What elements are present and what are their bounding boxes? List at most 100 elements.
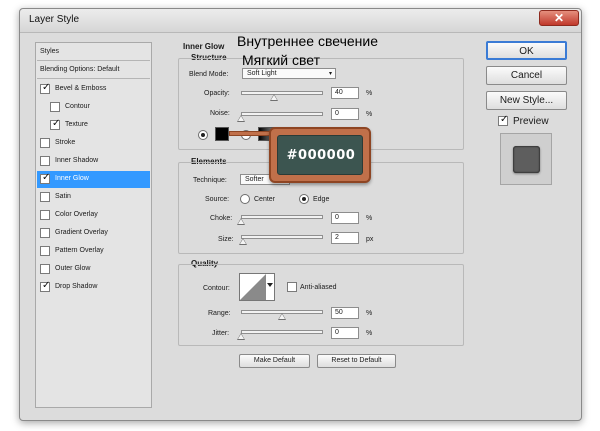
- style-item-label: Gradient Overlay: [55, 229, 108, 236]
- contour-checkbox[interactable]: [50, 102, 60, 112]
- color-annotation-badge: #000000: [269, 127, 371, 183]
- preview-swatch: [513, 146, 540, 173]
- styles-header[interactable]: Styles: [37, 44, 150, 61]
- preview-label: Preview: [513, 116, 549, 127]
- noise-slider[interactable]: [241, 112, 323, 116]
- checkmark-icon: ✓: [52, 118, 61, 129]
- style-item-color-overlay[interactable]: Color Overlay: [37, 207, 150, 224]
- style-item-label: Bevel & Emboss: [55, 85, 107, 92]
- size-label: Size:: [218, 236, 234, 243]
- contour-label: Contour:: [203, 285, 230, 292]
- gradient-overlay-checkbox[interactable]: [40, 228, 50, 238]
- preview-checkbox[interactable]: ✓: [498, 114, 509, 126]
- style-item-stroke[interactable]: Stroke: [37, 135, 150, 152]
- inner-shadow-checkbox[interactable]: [40, 156, 50, 166]
- style-item-outer-glow[interactable]: Outer Glow: [37, 261, 150, 278]
- technique-label: Technique:: [193, 177, 227, 184]
- size-unit: px: [366, 236, 374, 243]
- blending-options-item[interactable]: Blending Options: Default: [37, 62, 150, 79]
- overlay-caption-line1: Внутреннее свечение: [237, 33, 378, 49]
- panel-title: Inner Glow: [183, 42, 225, 51]
- close-button[interactable]: ✕: [539, 10, 579, 26]
- noise-label: Noise:: [210, 110, 230, 117]
- blending-options-label: Blending Options: Default: [40, 66, 120, 73]
- style-item-gradient-overlay[interactable]: Gradient Overlay: [37, 225, 150, 242]
- jitter-slider[interactable]: [241, 330, 323, 334]
- style-item-bevel-emboss[interactable]: ✓ Bevel & Emboss: [37, 81, 150, 98]
- drop-shadow-checkbox[interactable]: ✓: [40, 280, 50, 292]
- blend-mode-select[interactable]: Soft Light ▾: [242, 68, 336, 79]
- style-item-inner-glow[interactable]: ✓ Inner Glow: [37, 171, 150, 188]
- choke-slider[interactable]: [241, 215, 323, 219]
- anti-aliased-label: Anti-aliased: [300, 284, 337, 291]
- outer-glow-checkbox[interactable]: [40, 264, 50, 274]
- source-label: Source:: [205, 196, 230, 203]
- noise-unit: %: [366, 111, 373, 118]
- range-slider-handle[interactable]: [278, 313, 286, 320]
- reset-default-button[interactable]: Reset to Default: [317, 354, 396, 368]
- solid-color-radio[interactable]: [198, 130, 208, 140]
- style-item-inner-shadow[interactable]: Inner Shadow: [37, 153, 150, 170]
- choke-input[interactable]: 0: [331, 212, 359, 224]
- cancel-label: Cancel: [510, 70, 543, 81]
- style-item-label: Satin: [55, 193, 71, 200]
- window-title: Layer Style: [29, 14, 80, 25]
- ok-label: OK: [519, 46, 534, 57]
- source-edge-radio[interactable]: [299, 194, 309, 204]
- style-item-texture[interactable]: ✓ Texture: [37, 117, 150, 134]
- stroke-checkbox[interactable]: [40, 138, 50, 148]
- range-label: Range:: [208, 310, 231, 317]
- anti-aliased-checkbox[interactable]: [287, 282, 297, 292]
- jitter-label: Jitter:: [212, 330, 230, 337]
- opacity-input[interactable]: 40: [331, 87, 359, 99]
- make-default-label: Make Default: [253, 357, 296, 364]
- satin-checkbox[interactable]: [40, 192, 50, 202]
- make-default-button[interactable]: Make Default: [239, 354, 310, 368]
- choke-value: 0: [335, 214, 339, 221]
- style-item-label: Inner Glow: [55, 175, 89, 182]
- noise-slider-handle[interactable]: [237, 115, 245, 122]
- pattern-overlay-checkbox[interactable]: [40, 246, 50, 256]
- style-item-satin[interactable]: Satin: [37, 189, 150, 206]
- new-style-button[interactable]: New Style...: [486, 91, 567, 110]
- checkmark-icon: ✓: [42, 82, 51, 93]
- blend-mode-value: Soft Light: [247, 70, 277, 77]
- opacity-value: 40: [335, 89, 343, 96]
- cancel-button[interactable]: Cancel: [486, 66, 567, 85]
- chevron-down-icon: ▾: [328, 71, 332, 77]
- contour-picker[interactable]: [239, 273, 275, 301]
- bevel-emboss-checkbox[interactable]: ✓: [40, 82, 51, 94]
- color-overlay-checkbox[interactable]: [40, 210, 50, 220]
- linear-contour-icon: [240, 274, 273, 300]
- texture-checkbox[interactable]: ✓: [50, 118, 61, 130]
- style-item-label: Contour: [65, 103, 90, 110]
- range-unit: %: [366, 310, 373, 317]
- glow-color-swatch[interactable]: [215, 127, 229, 141]
- size-value: 2: [335, 234, 339, 241]
- opacity-label: Opacity:: [204, 90, 230, 97]
- checkmark-icon: ✓: [500, 114, 509, 125]
- title-bar[interactable]: Layer Style ✕: [20, 9, 581, 33]
- size-slider-handle[interactable]: [239, 238, 247, 245]
- opacity-slider-handle[interactable]: [269, 94, 278, 101]
- preview-box: [500, 133, 552, 185]
- styles-list: Styles Blending Options: Default ✓ Bevel…: [35, 42, 152, 408]
- jitter-slider-handle[interactable]: [237, 333, 245, 340]
- choke-unit: %: [366, 215, 373, 222]
- choke-slider-handle[interactable]: [237, 218, 245, 225]
- inner-glow-checkbox[interactable]: ✓: [40, 172, 51, 184]
- size-input[interactable]: 2: [331, 232, 359, 244]
- range-input[interactable]: 50: [331, 307, 359, 319]
- opacity-unit: %: [366, 90, 373, 97]
- jitter-input[interactable]: 0: [331, 327, 359, 339]
- source-center-radio[interactable]: [240, 194, 250, 204]
- style-item-label: Drop Shadow: [55, 283, 98, 290]
- noise-input[interactable]: 0: [331, 108, 359, 120]
- style-item-contour[interactable]: Contour: [37, 99, 150, 116]
- ok-button[interactable]: OK: [486, 41, 567, 60]
- style-item-drop-shadow[interactable]: ✓ Drop Shadow: [37, 279, 150, 296]
- checkmark-icon: ✓: [42, 172, 51, 183]
- style-item-pattern-overlay[interactable]: Pattern Overlay: [37, 243, 150, 260]
- size-slider[interactable]: [241, 235, 323, 239]
- opacity-slider[interactable]: [241, 91, 323, 95]
